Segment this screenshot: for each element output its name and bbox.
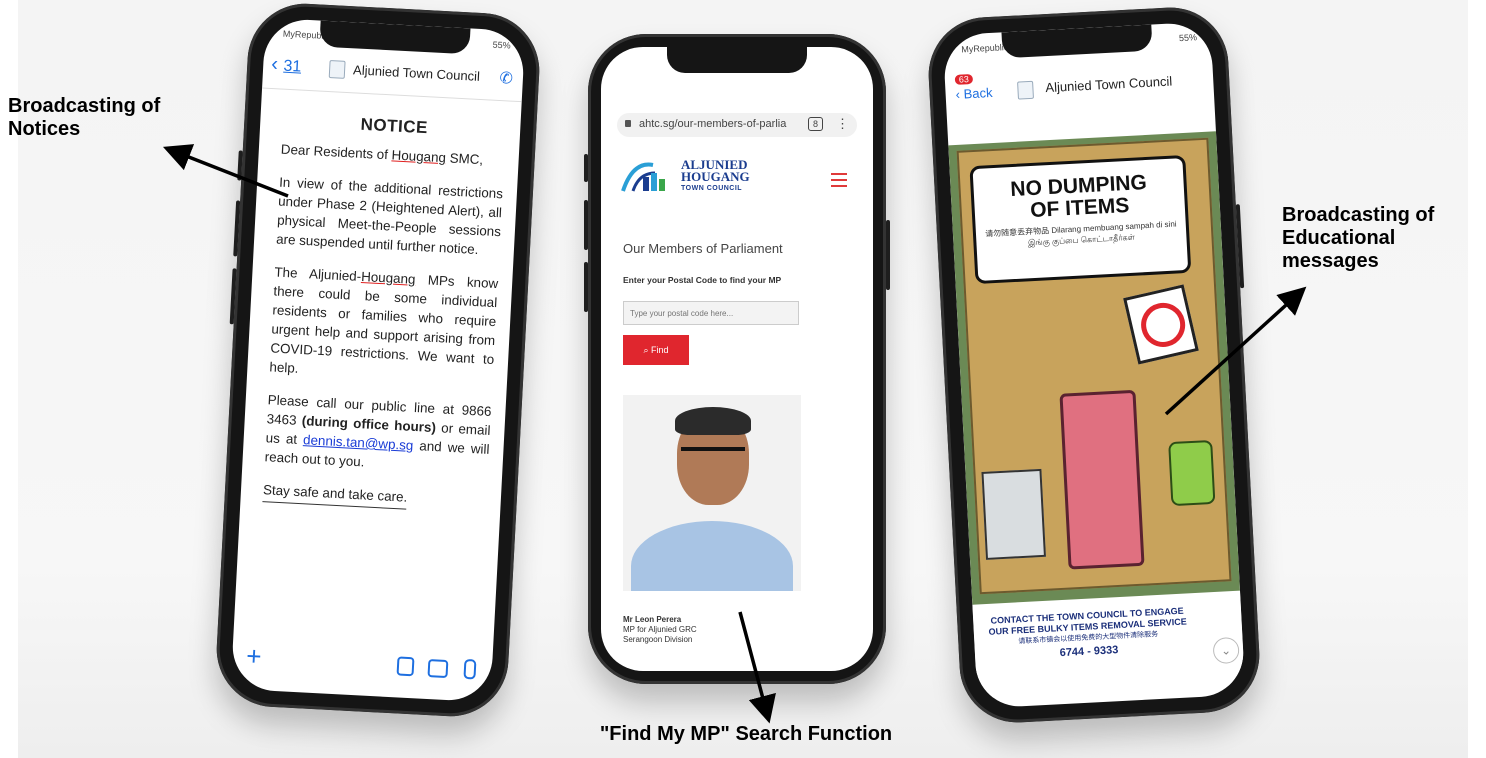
poster-footer: CONTACT THE TOWN COUNCIL TO ENGAGE OUR F… <box>972 592 1245 699</box>
tab-count[interactable]: 8 <box>807 117 823 131</box>
postal-code-input[interactable] <box>623 301 799 325</box>
hamburger-menu-icon[interactable] <box>831 173 847 187</box>
para2-place: Hougang <box>360 269 416 287</box>
speech-bubble: NO DUMPING OF ITEMS 请勿随意丢弃物品 Dilarang me… <box>969 154 1192 285</box>
find-button[interactable]: ⌕ Find <box>623 335 689 365</box>
notice-paragraph-1: In view of the additional restrictions u… <box>275 174 504 258</box>
phone-notch <box>667 47 807 73</box>
lock-icon <box>625 120 631 127</box>
mp-division: Serangoon Division <box>623 635 693 644</box>
notice-closing: Stay safe and take care. <box>262 480 408 510</box>
town-council-avatar[interactable] <box>1017 80 1034 100</box>
battery-label: 55% <box>492 39 511 51</box>
town-council-logo-icon[interactable] <box>619 155 677 195</box>
back-button[interactable]: ‹ Back <box>955 85 993 102</box>
camera-icon[interactable] <box>427 659 449 679</box>
phone-side-button <box>584 154 588 182</box>
mp-portrait[interactable] <box>623 395 801 591</box>
washing-machine-icon <box>981 468 1046 560</box>
mp-portrait-shirt <box>631 521 793 591</box>
email-link[interactable]: dennis.tan@wp.sg <box>303 432 414 453</box>
site-header: ALJUNIED HOUGANG TOWN COUNCIL <box>619 155 855 199</box>
plus-icon[interactable]: + <box>246 641 263 673</box>
poster-frame: NO DUMPING OF ITEMS 请勿随意丢弃物品 Dilarang me… <box>956 137 1232 595</box>
notice-greeting: Dear Residents of Hougang SMC, <box>280 140 505 171</box>
section-title: Our Members of Parliament <box>623 241 783 256</box>
caption-find-mp: "Find My MP" Search Function <box>599 723 893 745</box>
phone1-screen: MyRepublic 55% ‹ 31 Aljunied Town Counci… <box>230 17 526 703</box>
no-sign-circle <box>1136 298 1190 352</box>
url-text[interactable]: ahtc.sg/our-members-of-parlia <box>639 118 799 130</box>
greeting-suffix: SMC, <box>449 150 484 168</box>
phone3-screen: MyRepublic 55% 63 ‹ Back Aljunied Town C… <box>942 21 1246 709</box>
chat-header: ‹ 31 Aljunied Town Council ✆ <box>262 43 525 103</box>
carrier-label: MyRepublic <box>961 42 1009 55</box>
phone-side-button <box>237 150 243 181</box>
para2-prefix: The Aljunied- <box>274 264 362 284</box>
mp-role: MP for Aljunied GRC <box>623 625 697 634</box>
more-options-icon[interactable]: ⋮ <box>836 117 849 131</box>
mp-details: Mr Leon Perera MP for Aljunied GRC Seran… <box>623 615 697 645</box>
phone-educational: MyRepublic 55% 63 ‹ Back Aljunied Town C… <box>925 4 1263 726</box>
logo-line-2: HOUGANG <box>681 169 750 184</box>
phone-volume-down <box>584 262 588 312</box>
phone-notices: MyRepublic 55% ‹ 31 Aljunied Town Counci… <box>213 0 543 720</box>
no-sign-icon <box>1123 284 1199 365</box>
cabinet-character-icon <box>1059 389 1145 570</box>
unread-badge: 63 <box>954 73 974 85</box>
caption-educational: Broadcasting of Educational messages <box>1282 204 1435 272</box>
caption-notices: Broadcasting of Notices <box>8 95 161 140</box>
logo-line-3: TOWN COUNCIL <box>681 185 743 192</box>
chat-name[interactable]: Aljunied Town Council <box>353 62 481 84</box>
glasses-icon <box>681 447 745 465</box>
browser-url-bar[interactable]: ahtc.sg/our-members-of-parlia 8 ⋮ <box>617 113 857 137</box>
para2-rest: MPs know there could be some individual … <box>269 272 499 376</box>
chat-header: 63 ‹ Back Aljunied Town Council <box>944 47 1215 121</box>
greeting-place: Hougang <box>391 147 447 166</box>
scroll-down-icon[interactable]: ⌄ <box>1212 636 1240 665</box>
right-margin <box>1468 0 1486 758</box>
chair-icon <box>1168 439 1216 507</box>
notice-paragraph-2: The Aljunied-Hougang MPs know there coul… <box>269 262 499 388</box>
call-add-icon[interactable]: ✆ <box>499 68 513 89</box>
chevron-left-icon: ‹ <box>270 53 279 76</box>
greeting-prefix: Dear Residents of <box>280 141 389 163</box>
phone2-screen: ahtc.sg/our-members-of-parlia 8 ⋮ ALJUNI… <box>601 47 873 671</box>
back-label: Back <box>963 84 993 102</box>
chevron-left-icon: ‹ <box>955 86 961 102</box>
back-count: 31 <box>283 57 302 76</box>
notice-title: NOTICE <box>360 114 429 138</box>
chat-name[interactable]: Aljunied Town Council <box>1045 74 1173 96</box>
mp-portrait-hair <box>675 407 751 435</box>
phone-power-button <box>886 220 890 290</box>
find-button-label: Find <box>651 345 669 355</box>
back-button[interactable]: ‹ 31 <box>271 52 302 80</box>
search-icon: ⌕ <box>643 345 649 355</box>
notice-message: NOTICE Dear Residents of Hougang SMC, In… <box>262 111 507 528</box>
battery-label: 55% <box>1178 32 1198 44</box>
phone-find-mp: ahtc.sg/our-members-of-parlia 8 ⋮ ALJUNI… <box>584 34 890 684</box>
para3-b: (during office hours) <box>301 413 437 436</box>
phone-volume-up <box>584 200 588 250</box>
town-council-avatar[interactable] <box>328 60 346 79</box>
notice-paragraph-3: Please call our public line at 9866 3463… <box>264 390 492 478</box>
sticker-icon[interactable] <box>396 656 415 677</box>
site-logo-text[interactable]: ALJUNIED HOUGANG TOWN COUNCIL <box>681 158 750 195</box>
no-dumping-poster[interactable]: NO DUMPING OF ITEMS 请勿随意丢弃物品 Dilarang me… <box>948 131 1241 605</box>
postal-code-prompt: Enter your Postal Code to find your MP <box>623 275 782 285</box>
poster-footer-text: CONTACT THE TOWN COUNCIL TO ENGAGE OUR F… <box>983 605 1193 663</box>
microphone-icon[interactable] <box>463 658 477 680</box>
mp-name[interactable]: Mr Leon Perera <box>623 615 697 625</box>
